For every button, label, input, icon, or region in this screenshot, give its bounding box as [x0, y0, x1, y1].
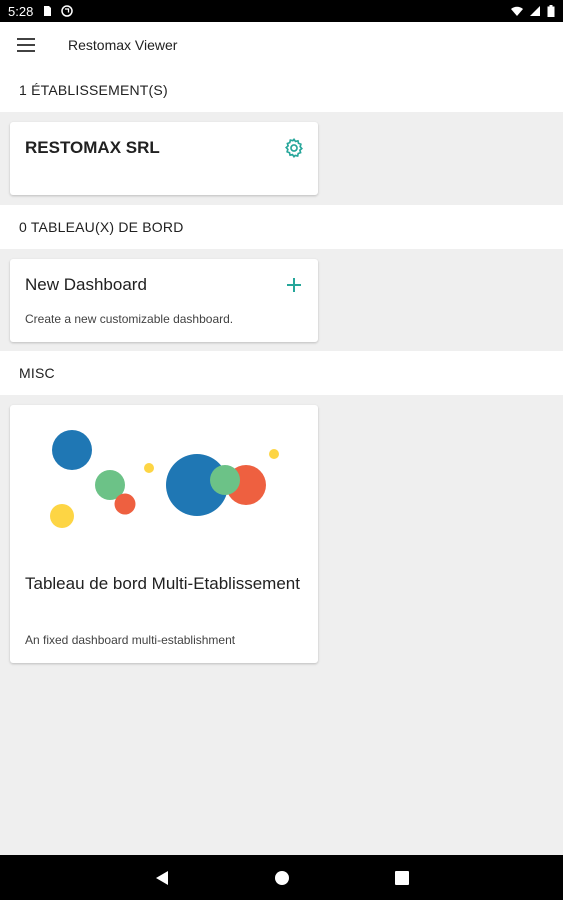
navigation-bar — [0, 855, 563, 900]
multi-dashboard-title: Tableau de bord Multi-Etablissement — [25, 574, 300, 593]
recents-button[interactable] — [342, 855, 462, 900]
establishment-name: RESTOMAX SRL — [25, 138, 160, 157]
new-dashboard-title: New Dashboard — [25, 275, 147, 294]
section-header-dashboards: 0 TABLEAU(X) DE BORD — [0, 205, 563, 249]
app-bar: Restomax Viewer — [0, 22, 563, 68]
section-header-misc: MISC — [0, 351, 563, 395]
settings-button[interactable] — [282, 136, 306, 160]
sd-card-icon — [44, 6, 52, 16]
recents-icon — [394, 870, 409, 885]
signal-icon — [530, 6, 540, 16]
battery-icon — [547, 5, 555, 17]
multi-dashboard-card[interactable]: Tableau de bord Multi-Etablissement An f… — [10, 405, 318, 663]
add-dashboard-button[interactable] — [282, 273, 306, 297]
hamburger-menu-icon[interactable] — [6, 25, 46, 65]
multi-dashboard-subtitle: An fixed dashboard multi-establishment — [25, 633, 236, 647]
establishment-card[interactable]: RESTOMAX SRL — [10, 122, 318, 195]
new-dashboard-card[interactable]: New Dashboard Create a new customizable … — [10, 259, 318, 342]
status-time: 5:28 — [8, 3, 34, 19]
gear-icon — [285, 137, 303, 159]
plus-icon — [287, 278, 301, 292]
sync-icon — [61, 5, 74, 17]
back-icon — [155, 870, 168, 885]
home-icon — [274, 870, 289, 885]
new-dashboard-subtitle: Create a new customizable dashboard. — [25, 312, 234, 326]
section-header-establishments: 1 ÉTABLISSEMENT(S) — [0, 68, 563, 112]
colored-circles-illustration — [50, 430, 279, 528]
app-title: Restomax Viewer — [68, 37, 178, 53]
back-button[interactable] — [102, 855, 222, 900]
status-bar: 5:28 — [0, 0, 563, 22]
wifi-icon — [511, 6, 523, 16]
home-button[interactable] — [222, 855, 342, 900]
